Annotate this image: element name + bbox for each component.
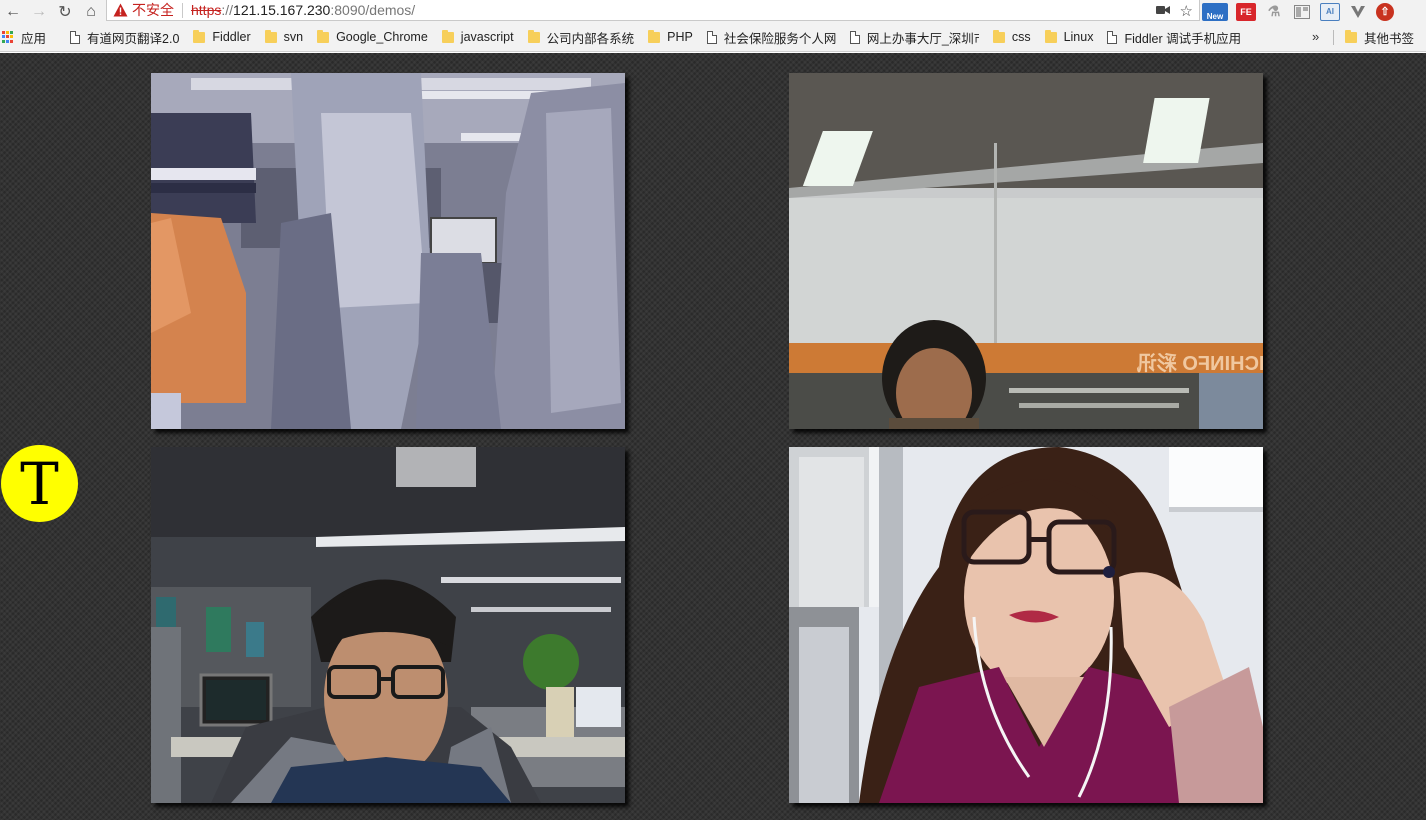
news-extension-badge: New xyxy=(1206,11,1224,21)
folder-icon xyxy=(1344,30,1357,43)
page-icon xyxy=(706,30,717,44)
folder-icon xyxy=(992,29,1005,43)
browser-toolbar: ← → ↻ ⌂ 不安全 https://121.15.167.230:8090/… xyxy=(0,0,1426,23)
folder-icon xyxy=(441,29,454,43)
bookmark-folder[interactable]: svn xyxy=(264,29,304,44)
bookmark-star-icon[interactable]: ☆ xyxy=(1180,2,1193,20)
bookmark-label: 网上办事大厅_深圳市 xyxy=(866,31,979,46)
bookmark-item[interactable]: 社会保险服务个人网 xyxy=(706,28,836,47)
bookmark-item[interactable]: 有道网页翻译2.0 xyxy=(70,28,179,47)
video-tile-3[interactable] xyxy=(151,447,625,803)
security-label[interactable]: 不安全 xyxy=(132,0,174,20)
ai-extension-icon[interactable]: AI xyxy=(1320,2,1340,21)
video-tile-1[interactable] xyxy=(151,73,625,429)
video-stream-4 xyxy=(789,447,1263,803)
warning-icon[interactable] xyxy=(113,3,128,17)
video-stream-3 xyxy=(151,447,625,803)
bookmarks-bar: 应用 有道网页翻译2.0 Fiddler svn Google_Chrome j… xyxy=(0,23,1426,52)
bookmark-label: Linux xyxy=(1063,30,1094,44)
bookmark-label: javascript xyxy=(460,30,514,44)
apps-grid-icon xyxy=(2,31,14,43)
ai-extension-badge: AI xyxy=(1326,7,1334,16)
bookmark-folder[interactable]: Google_Chrome xyxy=(317,29,428,44)
video-stream-1 xyxy=(151,73,625,429)
bookmark-folder[interactable]: css xyxy=(992,29,1031,44)
folder-icon xyxy=(1044,29,1057,43)
upload-extension-icon[interactable]: ⇧ xyxy=(1376,2,1394,21)
video-sign-text: RICHINFO 彩讯 xyxy=(1137,352,1263,375)
bookmark-folder[interactable]: Linux xyxy=(1044,29,1094,44)
page-icon xyxy=(70,30,81,44)
bookmark-other-label: 其他书签 xyxy=(1363,32,1414,46)
home-icon[interactable]: ⌂ xyxy=(78,0,104,23)
bookmark-folder[interactable]: PHP xyxy=(648,29,693,44)
bookmarks-divider xyxy=(1333,30,1334,45)
bookmark-folder[interactable]: 公司内部各系统 xyxy=(527,28,635,47)
bookmark-apps[interactable]: 应用 xyxy=(2,28,46,47)
bookmark-item[interactable]: 网上办事大厅_深圳市 xyxy=(849,28,979,47)
bookmark-folder[interactable]: javascript xyxy=(441,29,514,44)
bookmark-label: 社会保险服务个人网 xyxy=(723,31,836,46)
fe-extension-icon[interactable]: FE xyxy=(1236,2,1256,21)
extensions-bar: New FE ⚗ AI ⇧ xyxy=(1202,0,1394,23)
folder-icon xyxy=(648,29,661,43)
vee-extension-icon[interactable] xyxy=(1348,3,1368,21)
video-tile-2[interactable]: RICHINFO 彩讯 xyxy=(789,73,1263,429)
video-stream-2: RICHINFO 彩讯 xyxy=(789,73,1263,429)
folder-icon xyxy=(193,29,206,43)
folder-icon xyxy=(264,29,277,43)
omnibox-divider xyxy=(182,2,183,18)
bookmark-label: svn xyxy=(283,30,304,44)
page-icon xyxy=(1107,30,1118,44)
demo-page: RICHINFO 彩讯 xyxy=(0,53,1426,820)
flask-extension-icon[interactable]: ⚗ xyxy=(1264,3,1284,21)
bookmark-label: 有道网页翻译2.0 xyxy=(87,31,180,46)
url-host: 121.15.167.230 xyxy=(233,2,331,18)
bookmark-item[interactable]: Fiddler 调试手机应用 xyxy=(1107,28,1241,47)
bookmark-apps-label: 应用 xyxy=(21,31,47,46)
bookmark-label: Fiddler 调试手机应用 xyxy=(1124,31,1242,46)
bookmark-label: PHP xyxy=(667,30,693,44)
reload-icon[interactable]: ↻ xyxy=(52,0,78,23)
bookmarks-overflow-chevron[interactable]: » xyxy=(1312,29,1319,44)
address-bar[interactable]: 不安全 https://121.15.167.230:8090/demos/ ☆ xyxy=(106,0,1200,21)
url-path: :8090/demos/ xyxy=(330,2,416,18)
bookmark-label: 公司内部各系统 xyxy=(546,31,635,46)
layout-extension-icon[interactable] xyxy=(1292,3,1312,21)
video-tile-4[interactable] xyxy=(789,447,1263,803)
t-badge-icon[interactable]: T xyxy=(1,445,78,522)
folder-icon xyxy=(527,29,540,43)
folder-icon xyxy=(317,29,330,43)
url-text[interactable]: https://121.15.167.230:8090/demos/ xyxy=(191,2,415,18)
url-scheme: https xyxy=(191,2,222,18)
bookmark-folder[interactable]: Fiddler xyxy=(193,29,251,44)
bookmark-label: css xyxy=(1011,30,1031,44)
bookmark-label: Fiddler xyxy=(212,30,251,44)
bookmark-label: Google_Chrome xyxy=(336,30,428,44)
forward-icon[interactable]: → xyxy=(26,0,52,23)
page-icon xyxy=(849,30,860,44)
camera-icon[interactable] xyxy=(1155,2,1170,19)
bookmark-other-folder[interactable]: 其他书签 xyxy=(1344,23,1414,51)
fe-extension-badge: FE xyxy=(1240,6,1252,17)
back-icon[interactable]: ← xyxy=(0,0,26,23)
news-extension-icon[interactable]: New xyxy=(1202,2,1228,21)
